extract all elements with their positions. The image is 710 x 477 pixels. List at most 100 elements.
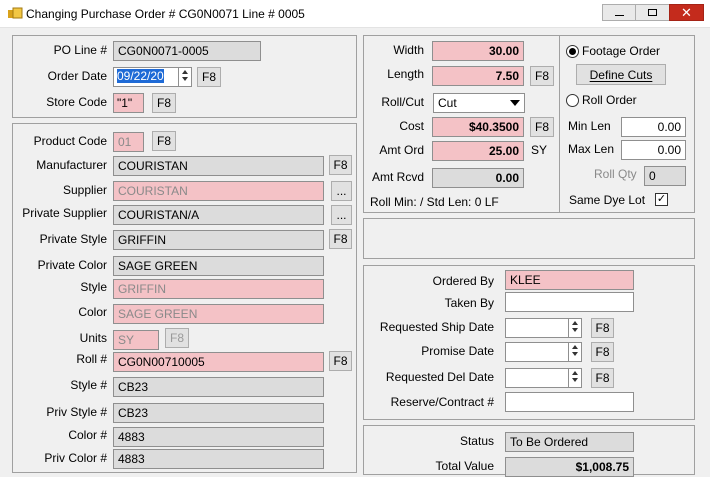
- minimize-button[interactable]: [602, 4, 637, 21]
- priv-style-field[interactable]: CB23: [113, 403, 324, 423]
- roll-field[interactable]: CG0N00710005: [113, 352, 324, 372]
- units-field[interactable]: SY: [113, 330, 159, 350]
- private-style-label: Private Style: [39, 232, 107, 246]
- req-del-label: Requested Del Date: [385, 370, 494, 384]
- roll-min-text: Roll Min: / Std Len: 0 LF: [370, 195, 499, 209]
- total-value-label: Total Value: [435, 459, 494, 473]
- amt-rcvd-label: Amt Rcvd: [371, 170, 424, 184]
- private-supplier-browse-button[interactable]: ...: [331, 205, 352, 225]
- req-ship-f8-button[interactable]: F8: [591, 318, 614, 338]
- rollcut-value: Cut: [438, 96, 457, 110]
- roll-f8-button[interactable]: F8: [329, 351, 352, 371]
- order-date-spinner[interactable]: [179, 67, 192, 87]
- private-style-f8-button[interactable]: F8: [329, 229, 352, 249]
- taken-by-label: Taken By: [444, 296, 494, 310]
- order-date-label: Order Date: [47, 69, 107, 83]
- taken-by-field[interactable]: [505, 292, 634, 312]
- promise-date-f8-button[interactable]: F8: [591, 342, 614, 362]
- private-style-field[interactable]: GRIFFIN: [113, 230, 324, 250]
- store-code-label: Store Code: [46, 95, 107, 109]
- req-del-spinner[interactable]: [569, 368, 582, 388]
- promise-date-label: Promise Date: [421, 344, 494, 358]
- style-field[interactable]: GRIFFIN: [113, 279, 324, 299]
- length-f8-button[interactable]: F8: [530, 66, 554, 86]
- roll-order-radio[interactable]: [566, 94, 579, 107]
- rollcut-select[interactable]: Cut: [433, 93, 525, 113]
- manufacturer-field[interactable]: COURISTAN: [113, 156, 324, 176]
- min-len-label: Min Len: [568, 119, 611, 133]
- units-label: Units: [79, 331, 107, 345]
- color-num-field[interactable]: 4883: [113, 427, 324, 447]
- color-label: Color: [78, 305, 107, 319]
- promise-date-spinner[interactable]: [569, 342, 582, 362]
- order-date-value: 09/22/20: [117, 69, 164, 83]
- info-panel: [363, 218, 695, 259]
- roll-label: Roll #: [76, 352, 107, 366]
- chevron-down-icon: [510, 100, 520, 106]
- amt-rcvd-field[interactable]: 0.00: [432, 168, 524, 188]
- close-button[interactable]: ✕: [669, 4, 704, 21]
- req-ship-label: Requested Ship Date: [379, 320, 494, 334]
- req-del-field[interactable]: [505, 368, 569, 388]
- style-num-field[interactable]: CB23: [113, 377, 324, 397]
- order-date-field[interactable]: 09/22/20: [113, 67, 179, 87]
- product-code-f8-button[interactable]: F8: [152, 131, 176, 151]
- supplier-field[interactable]: COURISTAN: [113, 181, 324, 201]
- style-num-label: Style #: [70, 378, 107, 392]
- style-label: Style: [80, 280, 107, 294]
- footage-order-label: Footage Order: [582, 44, 661, 58]
- reserve-contract-label: Reserve/Contract #: [390, 395, 494, 409]
- footage-order-radio[interactable]: [566, 45, 579, 58]
- same-dye-lot-label: Same Dye Lot: [569, 193, 646, 207]
- amt-ord-unit: SY: [531, 143, 548, 157]
- amt-ord-field[interactable]: 25.00: [432, 141, 524, 161]
- private-supplier-field[interactable]: COURISTAN/A: [113, 205, 324, 225]
- close-icon: ✕: [681, 5, 692, 20]
- title-bar: Changing Purchase Order # CG0N0071 Line …: [0, 0, 710, 28]
- ordered-by-label: Ordered By: [432, 274, 494, 288]
- req-ship-spinner[interactable]: [569, 318, 582, 338]
- roll-qty-field[interactable]: 0: [644, 166, 686, 186]
- promise-date-field[interactable]: [505, 342, 569, 362]
- req-ship-field[interactable]: [505, 318, 569, 338]
- cost-field[interactable]: $40.3500: [432, 117, 524, 137]
- priv-color-field[interactable]: 4883: [113, 449, 324, 469]
- width-field[interactable]: 30.00: [432, 41, 524, 61]
- length-field[interactable]: 7.50: [432, 66, 524, 86]
- order-date-f8-button[interactable]: F8: [197, 67, 221, 87]
- amt-ord-label: Amt Ord: [379, 143, 424, 157]
- store-code-field[interactable]: "1": [113, 93, 144, 113]
- max-len-label: Max Len: [568, 142, 615, 156]
- product-code-label: Product Code: [33, 134, 107, 148]
- po-line-field[interactable]: CG0N0071-0005: [113, 41, 261, 61]
- reserve-contract-field[interactable]: [505, 392, 634, 412]
- window-title: Changing Purchase Order # CG0N0071 Line …: [26, 7, 305, 21]
- maximize-button[interactable]: [635, 4, 670, 21]
- maximize-icon: [648, 9, 657, 16]
- min-len-field[interactable]: 0.00: [621, 117, 686, 137]
- roll-order-label: Roll Order: [582, 93, 637, 107]
- app-icon: [8, 7, 23, 19]
- rollcut-label: Roll/Cut: [381, 95, 424, 109]
- supplier-browse-button[interactable]: ...: [331, 181, 352, 201]
- minimize-icon: [615, 14, 624, 16]
- req-del-f8-button[interactable]: F8: [591, 368, 614, 388]
- product-code-field[interactable]: 01: [113, 132, 144, 152]
- total-value-field[interactable]: $1,008.75: [505, 457, 634, 477]
- ordered-by-field[interactable]: KLEE: [505, 270, 634, 290]
- color-field[interactable]: SAGE GREEN: [113, 304, 324, 324]
- store-code-f8-button[interactable]: F8: [152, 93, 176, 113]
- manufacturer-f8-button[interactable]: F8: [329, 155, 352, 175]
- define-cuts-button[interactable]: Define Cuts: [576, 64, 666, 85]
- private-color-label: Private Color: [37, 258, 107, 272]
- units-f8-button[interactable]: F8: [165, 328, 189, 348]
- width-label: Width: [393, 43, 424, 57]
- private-color-field[interactable]: SAGE GREEN: [113, 256, 324, 276]
- max-len-field[interactable]: 0.00: [621, 140, 686, 160]
- priv-style-label: Priv Style #: [46, 405, 107, 419]
- supplier-label: Supplier: [62, 183, 107, 197]
- priv-color-label: Priv Color #: [44, 451, 107, 465]
- same-dye-lot-checkbox[interactable]: ✓: [655, 193, 668, 206]
- status-field[interactable]: To Be Ordered: [505, 432, 634, 452]
- cost-f8-button[interactable]: F8: [530, 117, 554, 137]
